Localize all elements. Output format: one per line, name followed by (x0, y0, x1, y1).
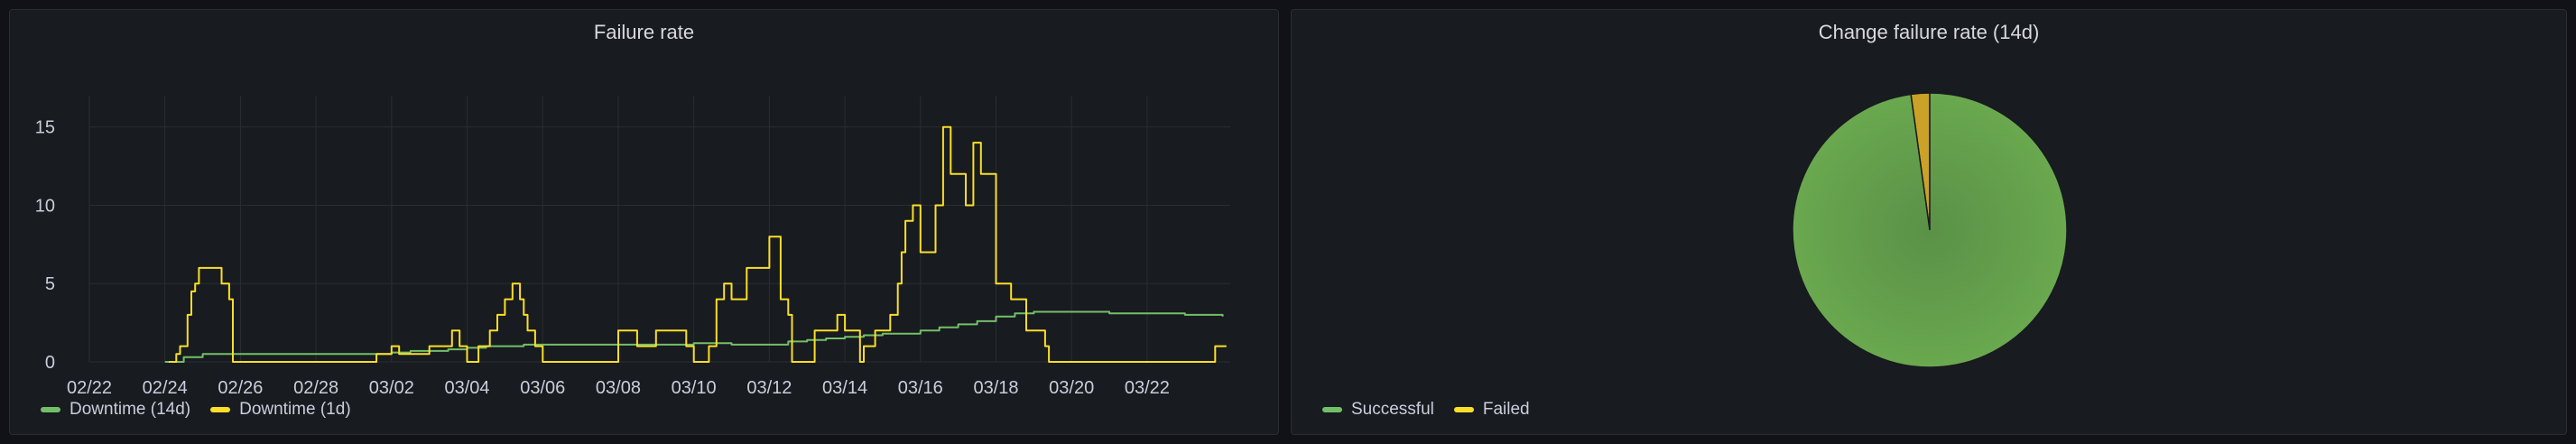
x-tick-label: 02/24 (143, 378, 188, 398)
x-tick-label: 03/04 (445, 378, 490, 398)
legend-item-downtime-1d[interactable]: Downtime (1d) (210, 400, 351, 420)
legend-item-failed[interactable]: Failed (1453, 400, 1530, 420)
failure-rate-panel: Failure rate 0 5 10 15 02/22 02/24 02/26 02/28 0… (9, 9, 1279, 435)
y-tick-label: 10 (35, 196, 55, 216)
series-line-downtime-1d[interactable] (168, 125, 1227, 363)
legend-swatch (210, 407, 231, 412)
x-tick-label: 02/28 (293, 378, 338, 398)
x-tick-label: 03/06 (520, 378, 565, 398)
x-tick-label: 03/10 (672, 378, 717, 398)
y-tick-label: 0 (45, 353, 55, 373)
change-failure-rate-panel: Change failure rate (14d) Successful Fail… (1291, 9, 2567, 435)
y-tick-label: 5 (45, 274, 55, 294)
x-tick-label: 03/14 (822, 378, 867, 398)
legend-right: Successful Failed (1322, 400, 1530, 420)
legend-label: Downtime (14d) (69, 400, 191, 419)
x-tick-label: 03/12 (746, 378, 792, 398)
legend-left: Downtime (14d) Downtime (1d) (41, 400, 351, 420)
legend-swatch (1322, 407, 1342, 412)
legend-label: Successful (1351, 400, 1434, 419)
x-tick-label: 02/22 (67, 378, 112, 398)
legend-label: Failed (1482, 400, 1530, 419)
grid (88, 96, 1230, 363)
legend-item-downtime-14d[interactable]: Downtime (14d) (41, 400, 190, 420)
x-tick-label: 03/08 (596, 378, 641, 398)
failure-rate-chart: 0 5 10 15 02/22 02/24 02/26 02/28 03/02 03/04 03/0… (35, 96, 1230, 398)
x-tick-label: 03/22 (1125, 378, 1170, 398)
legend-swatch (1453, 407, 1474, 412)
x-tick-label: 03/20 (1049, 378, 1094, 398)
legend-item-successful[interactable]: Successful (1322, 400, 1434, 420)
x-tick-label: 03/02 (369, 378, 414, 398)
x-tick-label: 03/18 (973, 378, 1018, 398)
x-tick-label: 03/16 (898, 378, 943, 398)
pie-slice-successful[interactable] (1792, 92, 2068, 368)
legend-label: Downtime (1d) (239, 400, 351, 419)
y-tick-label: 15 (35, 118, 55, 138)
x-tick-label: 02/26 (218, 378, 263, 398)
legend-swatch (41, 407, 60, 412)
change-failure-rate-pie (1792, 92, 2068, 368)
